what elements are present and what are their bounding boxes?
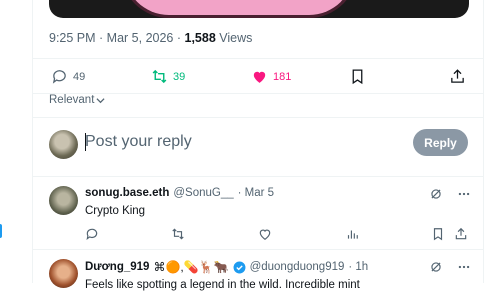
- avatar[interactable]: [49, 186, 78, 215]
- reply-count: 49: [73, 70, 86, 83]
- repost-count: 39: [173, 70, 186, 83]
- post-date[interactable]: · Mar 5: [238, 187, 274, 199]
- share-icon: [451, 69, 464, 83]
- bookmark-action[interactable]: [349, 68, 366, 85]
- post-text: Feels like spotting a legend in the wild…: [85, 279, 360, 291]
- reply-icon: [52, 70, 66, 84]
- display-name[interactable]: sonug.base.eth: [85, 187, 169, 199]
- grok-icon[interactable]: [429, 260, 443, 274]
- tweet-media-image[interactable]: [49, 0, 469, 18]
- media-illustration: [121, 0, 357, 18]
- post-header: Dương_919 ⌘🟠,💊🦌🐂 @duongduong919 · 1h: [85, 260, 368, 274]
- more-icon[interactable]: [457, 187, 471, 201]
- grok-icon[interactable]: [429, 187, 443, 201]
- tweet-action-bar: 49 39 181: [33, 58, 483, 94]
- share-icon: [455, 227, 467, 240]
- meta-separator: ·: [95, 31, 107, 45]
- post-header: sonug.base.eth @SonuG__ · Mar 5: [85, 187, 274, 199]
- user-handle[interactable]: @duongduong919: [250, 261, 345, 273]
- more-icon[interactable]: [457, 260, 471, 274]
- share-action[interactable]: [454, 227, 468, 246]
- reply-input[interactable]: Post your reply: [85, 133, 192, 151]
- like-action[interactable]: [258, 227, 272, 246]
- user-handle[interactable]: @SonuG__: [173, 187, 233, 199]
- reply-post[interactable]: sonug.base.eth @SonuG__ · Mar 5 Crypto K…: [33, 177, 483, 250]
- reply-icon: [86, 228, 98, 241]
- post-top-icons: [429, 260, 471, 274]
- reply-action[interactable]: 49: [51, 68, 85, 85]
- tweet-meta: 9:25 PM · Mar 5, 2026 · 1,588 Views: [49, 31, 252, 45]
- reply-post[interactable]: Dương_919 ⌘🟠,💊🦌🐂 @duongduong919 · 1h Fee…: [33, 250, 483, 291]
- chevron-down-icon: [96, 97, 105, 103]
- repost-action[interactable]: 39: [151, 68, 185, 85]
- avatar[interactable]: [49, 259, 78, 288]
- reply-action[interactable]: [85, 227, 99, 246]
- display-name[interactable]: Dương_919: [85, 261, 149, 273]
- post-date[interactable]: · 1h: [348, 261, 368, 273]
- views-count: 1,588: [184, 31, 216, 45]
- tweet-time[interactable]: 9:25 PM: [49, 31, 96, 45]
- verified-badge-icon[interactable]: [233, 261, 246, 274]
- analytics-icon: [347, 230, 358, 239]
- post-action-bar: [33, 227, 483, 247]
- sort-dropdown[interactable]: Relevant: [49, 94, 105, 106]
- bookmark-icon: [433, 228, 443, 241]
- sort-label: Relevant: [49, 94, 95, 106]
- views-label: Views: [215, 31, 253, 45]
- repost-action[interactable]: [171, 227, 185, 246]
- heart-icon: [259, 229, 271, 240]
- like-count: 181: [273, 70, 292, 83]
- reply-button[interactable]: Reply: [413, 129, 468, 156]
- post-text: Crypto King: [85, 205, 146, 217]
- like-action[interactable]: 181: [251, 68, 291, 85]
- left-nav-indicator: [0, 224, 2, 238]
- heart-icon: [253, 71, 266, 83]
- views-action[interactable]: [345, 227, 359, 246]
- share-action[interactable]: [449, 68, 466, 85]
- tweet-date[interactable]: Mar 5, 2026: [107, 31, 174, 45]
- avatar: [49, 130, 78, 159]
- meta-separator: ·: [173, 31, 185, 45]
- name-badges: ⌘🟠,💊🦌🐂: [153, 260, 229, 274]
- repost-icon: [152, 69, 167, 84]
- reply-composer: Post your reply Reply: [33, 117, 483, 177]
- tweet-thread-column: 9:25 PM · Mar 5, 2026 · 1,588 Views 49 3…: [32, 0, 484, 291]
- bookmark-icon: [352, 69, 363, 85]
- bookmark-action[interactable]: [431, 227, 445, 246]
- repost-icon: [172, 228, 184, 240]
- post-top-icons: [429, 187, 471, 201]
